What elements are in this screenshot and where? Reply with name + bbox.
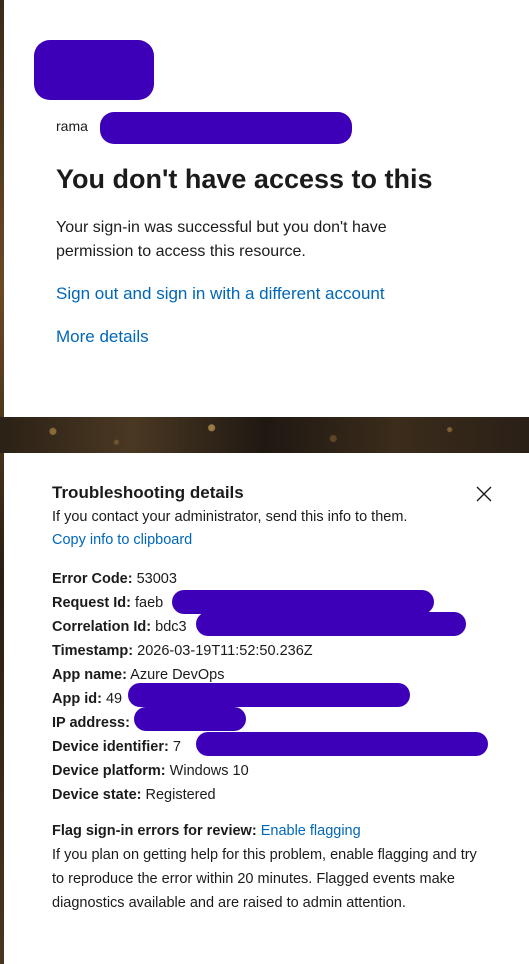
detail-device-state: Device state: Registered <box>52 787 216 803</box>
redacted-correlation-id <box>196 612 466 636</box>
redacted-device-identifier <box>196 732 488 756</box>
username: rama <box>56 118 88 134</box>
troubleshooting-description: If you contact your administrator, send … <box>52 509 408 525</box>
background-image-strip <box>0 417 529 453</box>
page-title: You don't have access to this <box>56 164 433 194</box>
flagging-label: Flag sign-in errors for review: <box>52 823 257 839</box>
copy-info-link[interactable]: Copy info to clipboard <box>52 532 192 548</box>
signout-link[interactable]: Sign out and sign in with a different ac… <box>56 284 385 304</box>
detail-error-code: Error Code: 53003 <box>52 571 177 587</box>
flagging-header: Flag sign-in errors for review: Enable f… <box>52 819 482 843</box>
enable-flagging-link[interactable]: Enable flagging <box>261 823 361 839</box>
close-button[interactable] <box>472 482 496 506</box>
access-message: Your sign-in was successful but you don'… <box>56 219 387 260</box>
redacted-username <box>100 112 352 144</box>
flagging-description: If you plan on getting help for this pro… <box>52 847 477 911</box>
more-details-link[interactable]: More details <box>56 327 149 347</box>
close-icon <box>476 486 492 502</box>
access-denied-card: rama You don't have access to this Your … <box>4 0 529 417</box>
username-prefix: rama <box>56 118 88 134</box>
redacted-app-id <box>128 683 410 707</box>
redacted-ip-address <box>134 707 246 731</box>
redacted-logo <box>34 40 154 100</box>
troubleshooting-title: Troubleshooting details <box>52 483 244 502</box>
detail-device-platform: Device platform: Windows 10 <box>52 763 249 779</box>
flagging-section: Flag sign-in errors for review: Enable f… <box>52 819 482 915</box>
redacted-request-id <box>172 590 434 614</box>
detail-timestamp: Timestamp: 2026-03-19T11:52:50.236Z <box>52 643 313 659</box>
